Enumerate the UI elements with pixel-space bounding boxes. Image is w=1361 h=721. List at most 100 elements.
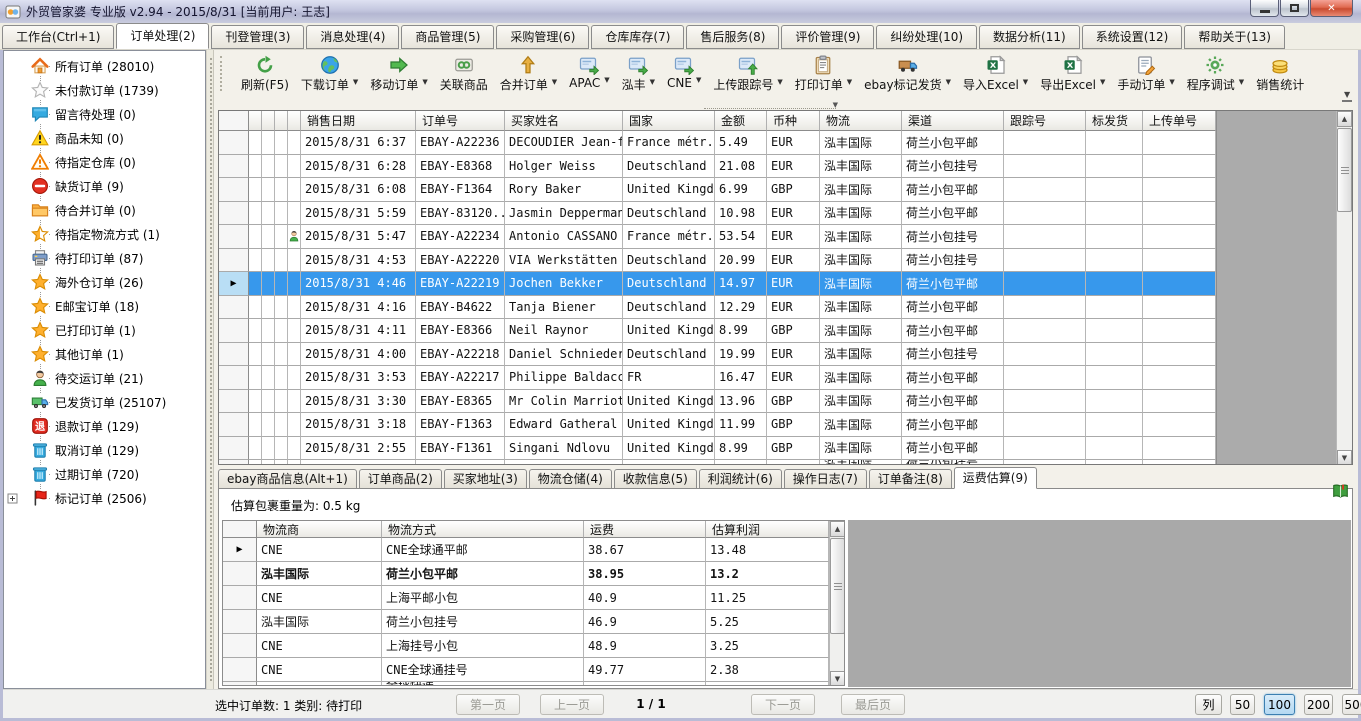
freight-row[interactable]: CNE上海平邮小包40.911.25 (223, 586, 844, 610)
toolbar-button[interactable]: ebay标记发货▼ (859, 54, 956, 94)
column-header[interactable]: 运费 (584, 521, 706, 538)
sidebar-item[interactable]: 待指定物流方式 (1) (4, 222, 205, 246)
row-header-cell[interactable] (219, 178, 249, 202)
book-icon[interactable] (1332, 483, 1349, 500)
toolbar-button[interactable]: 销售统计 (1251, 54, 1309, 94)
row-header-cell[interactable] (223, 658, 257, 682)
freight-vertical-scrollbar[interactable]: ▲ ▼ (829, 521, 845, 686)
sidebar-item[interactable]: 待交运订单 (21) (4, 366, 205, 390)
freight-row[interactable]: CNE上海挂号小包48.93.25 (223, 634, 844, 658)
last-page-button[interactable]: 最后页 (841, 694, 905, 715)
scroll-up-icon[interactable]: ▲ (1337, 111, 1352, 127)
table-row[interactable]: 2015/8/31 6:37EBAY-A22236DECOUDIER Jean-… (219, 131, 1352, 155)
toolbar-overflow-button[interactable]: ▼ (1342, 90, 1352, 102)
menu-tab[interactable]: 工作台(Ctrl+1) (2, 25, 114, 49)
chevron-down-icon[interactable]: ▼ (422, 78, 427, 86)
column-header[interactable]: 物流 (820, 111, 902, 131)
sidebar-item[interactable]: 留言待处理 (0) (4, 102, 205, 126)
sidebar-item[interactable]: 海外仓订单 (26) (4, 270, 205, 294)
sidebar-item[interactable]: 待指定仓库 (0) (4, 150, 205, 174)
detail-tab[interactable]: ebay商品信息(Alt+1) (218, 469, 357, 489)
row-header-cell[interactable] (219, 366, 249, 390)
detail-tab[interactable]: 订单商品(2) (359, 469, 442, 489)
toolbar-button[interactable]: 手动订单▼ (1112, 54, 1179, 94)
scrollbar-thumb[interactable] (830, 538, 845, 634)
row-header-cell[interactable] (219, 437, 249, 461)
row-header-cell[interactable] (219, 343, 249, 367)
chevron-down-icon[interactable]: ▼ (1239, 78, 1244, 86)
chevron-down-icon[interactable]: ▼ (833, 101, 838, 109)
chevron-down-icon[interactable]: ▼ (696, 76, 701, 84)
row-header-cell[interactable] (219, 460, 249, 465)
row-header-cell[interactable] (219, 202, 249, 226)
chevron-down-icon[interactable]: ▼ (777, 78, 782, 86)
menu-tab[interactable]: 帮助关于(13) (1184, 25, 1285, 49)
page-size-button[interactable]: 100 (1264, 694, 1295, 715)
sidebar-item[interactable]: 标记订单 (2506) (4, 486, 205, 510)
prev-page-button[interactable]: 上一页 (540, 694, 604, 715)
column-header[interactable]: 物流商 (257, 521, 382, 538)
page-size-button[interactable]: 500 (1342, 694, 1361, 715)
detail-tab[interactable]: 利润统计(6) (699, 469, 782, 489)
table-row[interactable]: 2015/8/31 6:08EBAY-F1364Rory BakerUnited… (219, 178, 1352, 202)
menu-tab[interactable]: 系统设置(12) (1082, 25, 1183, 49)
column-header[interactable]: 买家姓名 (505, 111, 623, 131)
sidebar-item[interactable]: 缺货订单 (9) (4, 174, 205, 198)
table-row[interactable]: 2015/8/31 5:59EBAY-83120...Jasmin Depper… (219, 202, 1352, 226)
table-row[interactable]: 2015/8/31 6:28EBAY-E8368Holger WeissDeut… (219, 155, 1352, 179)
chevron-down-icon[interactable]: ▼ (946, 78, 951, 86)
detail-tab[interactable]: 操作日志(7) (784, 469, 867, 489)
freight-row[interactable]: 全球快递 (223, 682, 844, 686)
sidebar-item[interactable]: 过期订单 (720) (4, 462, 205, 486)
row-header-cell[interactable] (219, 413, 249, 437)
freight-row[interactable]: 泓丰国际荷兰小包挂号46.95.25 (223, 610, 844, 634)
table-row[interactable]: 2015/8/31 3:18EBAY-F1363Edward GatheralU… (219, 413, 1352, 437)
menu-tab[interactable]: 采购管理(6) (496, 25, 589, 49)
table-row[interactable]: 2015/8/31 4:16EBAY-B4622Tanja BienerDeut… (219, 296, 1352, 320)
menu-tab[interactable]: 商品管理(5) (401, 25, 494, 49)
toolbar-button[interactable]: 泓丰▼ (617, 54, 660, 94)
toolbar-button[interactable]: 关联商品 (435, 54, 493, 94)
sidebar-item[interactable]: 待打印订单 (87) (4, 246, 205, 270)
sidebar-item[interactable]: 已发货订单 (25107) (4, 390, 205, 414)
minimize-button[interactable] (1250, 0, 1279, 17)
toolbar-button[interactable]: 导出Excel▼ (1035, 54, 1110, 94)
row-header-cell[interactable] (219, 296, 249, 320)
sidebar-item[interactable]: E邮宝订单 (18) (4, 294, 205, 318)
row-header-cell[interactable] (223, 586, 257, 610)
table-row[interactable]: 2015/8/31 2:55EBAY-F1361Singani NdlovuUn… (219, 437, 1352, 461)
row-header-cell[interactable] (219, 155, 249, 179)
chevron-down-icon[interactable]: ▼ (1023, 78, 1028, 86)
table-row[interactable]: 2015/8/31 5:47EBAY-A22234Antonio CASSANO… (219, 225, 1352, 249)
detail-tab[interactable]: 订单备注(8) (869, 469, 952, 489)
row-header-cell[interactable] (219, 131, 249, 155)
menu-tab[interactable]: 仓库库存(7) (591, 25, 684, 49)
column-header[interactable]: 订单号 (416, 111, 505, 131)
sidebar-item[interactable]: 商品未知 (0) (4, 126, 205, 150)
row-header-cell[interactable] (219, 225, 249, 249)
toolbar-button[interactable]: 移动订单▼ (365, 54, 432, 94)
detail-tab[interactable]: 物流仓储(4) (529, 469, 612, 489)
toolbar-button[interactable]: 下载订单▼ (296, 54, 363, 94)
table-row[interactable]: ▶2015/8/31 4:46EBAY-A22219Jochen BekkerD… (219, 272, 1352, 296)
sidebar-item[interactable]: 未付款订单 (1739) (4, 78, 205, 102)
chevron-down-icon[interactable]: ▼ (604, 76, 609, 84)
scroll-down-icon[interactable]: ▼ (1337, 450, 1352, 465)
detail-tab[interactable]: 收款信息(5) (614, 469, 697, 489)
table-row[interactable]: 泓丰国际荷兰小包挂号 (219, 460, 1352, 465)
column-header[interactable]: 销售日期 (301, 111, 416, 131)
toolbar-button[interactable]: APAC▼ (564, 54, 614, 91)
menu-tab[interactable]: 纠纷处理(10) (876, 25, 977, 49)
column-header[interactable]: 币种 (767, 111, 820, 131)
column-header[interactable]: 跟踪号 (1004, 111, 1086, 131)
sidebar-item[interactable]: 退退款订单 (129) (4, 414, 205, 438)
column-header[interactable]: 上传单号 (1143, 111, 1216, 131)
row-header-cell[interactable]: ▶ (219, 272, 249, 296)
menu-tab[interactable]: 订单处理(2) (116, 23, 209, 49)
toolbar-button[interactable]: 程序调试▼ (1182, 54, 1249, 94)
table-row[interactable]: 2015/8/31 3:30EBAY-E8365Mr Colin Marriot… (219, 390, 1352, 414)
row-header-cell[interactable] (219, 319, 249, 343)
table-row[interactable]: 2015/8/31 3:53EBAY-A22217Philippe Baldac… (219, 366, 1352, 390)
column-header[interactable]: 金额 (715, 111, 767, 131)
scroll-down-icon[interactable]: ▼ (830, 671, 845, 686)
